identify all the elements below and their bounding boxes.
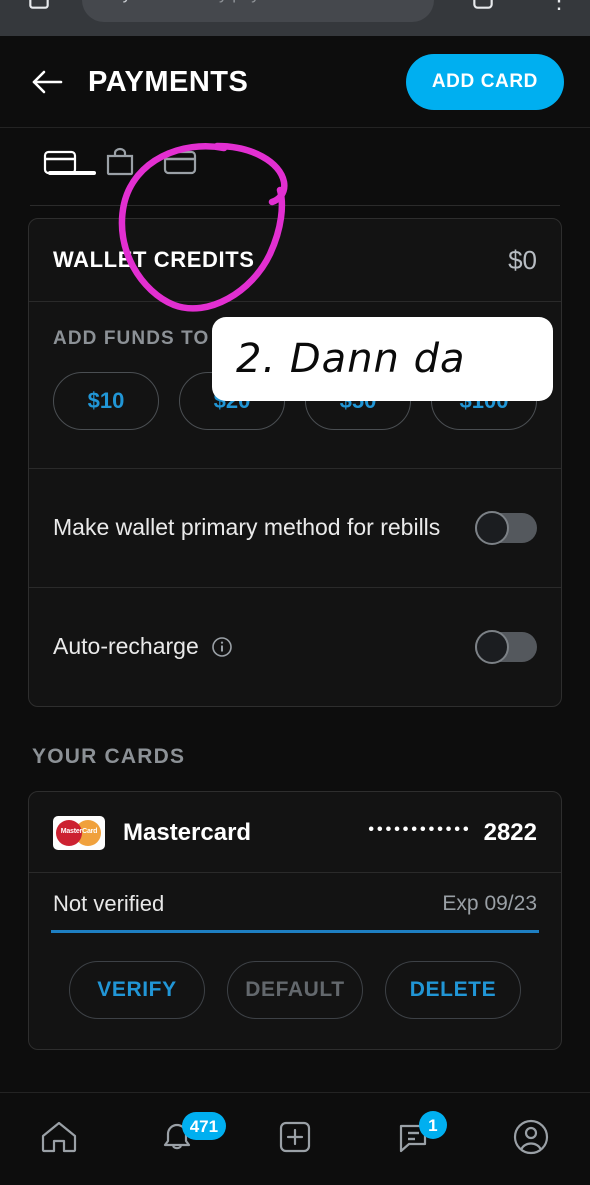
messages-badge: 1 bbox=[418, 1111, 447, 1139]
wallet-panel: WALLET CREDITS $0 ADD FUNDS TO $10 $20 $… bbox=[28, 218, 562, 707]
card-brand-name: Mastercard bbox=[123, 819, 252, 846]
add-card-button[interactable]: ADD CARD bbox=[405, 54, 564, 110]
tabs-icon[interactable] bbox=[470, 0, 496, 17]
bottom-navigation: 471 1 bbox=[0, 1092, 590, 1185]
annotation-callout-text: 2. Dann da bbox=[236, 336, 466, 382]
wallet-credits-label: WALLET CREDITS bbox=[53, 247, 255, 272]
back-arrow-icon[interactable] bbox=[28, 63, 66, 101]
mastercard-logo-text: MasterCard bbox=[60, 828, 98, 835]
sidebar-item-purchases[interactable] bbox=[90, 138, 150, 186]
nav-item-profile[interactable] bbox=[472, 1093, 590, 1185]
browser-chrome-bar: onlyfans.com/my/paym ⋮ bbox=[0, 0, 590, 36]
auto-recharge-row: Auto-recharge bbox=[29, 587, 561, 706]
info-circle-icon[interactable] bbox=[211, 636, 233, 658]
sidebar-item-cards[interactable] bbox=[30, 138, 96, 186]
url-path: /my/paym bbox=[200, 0, 274, 3]
tabs-divider bbox=[30, 205, 560, 206]
sidebar-item-wallet[interactable] bbox=[150, 138, 210, 186]
auto-recharge-toggle[interactable] bbox=[475, 630, 537, 664]
auto-recharge-label-wrap: Auto-recharge bbox=[53, 629, 233, 665]
home-icon bbox=[37, 1117, 81, 1162]
card-highlight-rule bbox=[51, 930, 539, 933]
card-brand: MasterCard Mastercard bbox=[53, 816, 251, 850]
card-masked-dots: •••••••••••• bbox=[368, 821, 472, 838]
default-button[interactable]: DEFAULT bbox=[227, 961, 363, 1019]
card-last4: 2822 bbox=[483, 819, 537, 846]
verify-button[interactable]: VERIFY bbox=[69, 961, 205, 1019]
mastercard-logo: MasterCard bbox=[53, 816, 105, 850]
card-item: MasterCard Mastercard •••••••••••• 2822 … bbox=[28, 791, 562, 1050]
nav-item-new-post[interactable] bbox=[236, 1093, 354, 1185]
payments-tabs bbox=[0, 128, 590, 218]
plus-square-icon bbox=[274, 1116, 316, 1163]
nav-item-home[interactable] bbox=[0, 1093, 118, 1185]
card-status-row: Not verified Exp 09/23 bbox=[29, 872, 561, 933]
card-action-buttons: VERIFY DEFAULT DELETE bbox=[29, 933, 561, 1049]
toggle-knob bbox=[475, 630, 509, 664]
url-domain: onlyfans.com bbox=[100, 0, 200, 3]
url-text: onlyfans.com/my/paym bbox=[100, 0, 420, 4]
amount-chip-10[interactable]: $10 bbox=[53, 372, 159, 430]
card-header-row: MasterCard Mastercard •••••••••••• 2822 bbox=[29, 792, 561, 872]
nav-item-messages[interactable]: 1 bbox=[354, 1093, 472, 1185]
page-title: PAYMENTS bbox=[88, 65, 249, 98]
card-verification-status: Not verified bbox=[53, 891, 165, 916]
app-header: PAYMENTS ADD CARD bbox=[0, 36, 590, 128]
notifications-badge: 471 bbox=[181, 1112, 227, 1140]
tab-switcher-icon[interactable] bbox=[26, 0, 52, 17]
card-number: •••••••••••• 2822 bbox=[368, 819, 537, 847]
annotation-callout: 2. Dann da bbox=[212, 317, 553, 401]
overflow-menu-icon[interactable]: ⋮ bbox=[548, 0, 570, 12]
nav-item-notifications[interactable]: 471 bbox=[118, 1093, 236, 1185]
primary-method-toggle[interactable] bbox=[475, 511, 537, 545]
active-tab-indicator bbox=[48, 171, 96, 175]
card-expiry: Exp 09/23 bbox=[442, 892, 537, 915]
auto-recharge-label: Auto-recharge bbox=[53, 633, 199, 660]
primary-method-row: Make wallet primary method for rebills bbox=[29, 468, 561, 587]
wallet-credits-amount: $0 bbox=[508, 244, 537, 275]
app-screen: onlyfans.com/my/paym ⋮ PAYMENTS ADD CARD bbox=[0, 0, 590, 1185]
primary-method-label: Make wallet primary method for rebills bbox=[53, 514, 441, 541]
delete-button[interactable]: DELETE bbox=[385, 961, 521, 1019]
your-cards-label: YOUR CARDS bbox=[32, 745, 186, 768]
toggle-knob bbox=[475, 511, 509, 545]
profile-circle-icon bbox=[509, 1115, 553, 1164]
wallet-credits-row: WALLET CREDITS $0 bbox=[29, 219, 561, 301]
